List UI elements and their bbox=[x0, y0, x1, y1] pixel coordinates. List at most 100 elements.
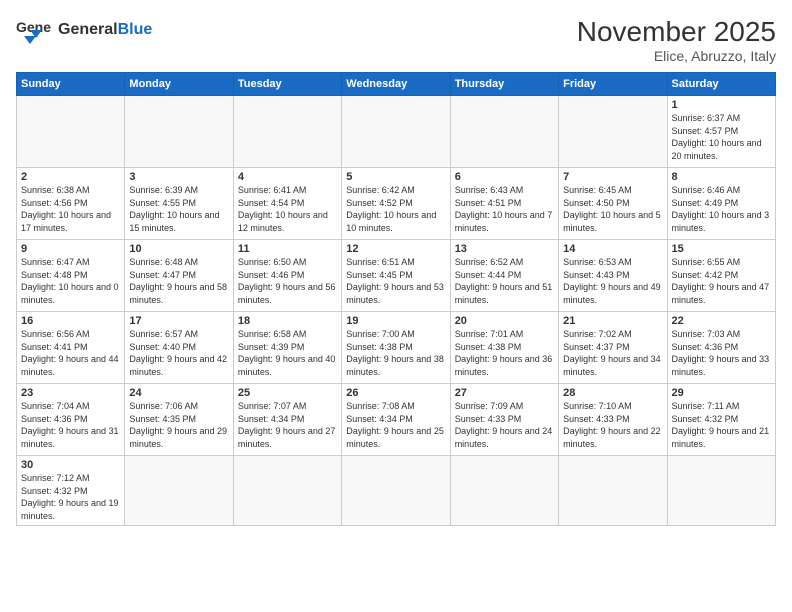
day-number: 18 bbox=[238, 315, 337, 327]
day-info: Sunrise: 6:47 AM Sunset: 4:48 PM Dayligh… bbox=[21, 256, 120, 306]
table-row: 8Sunrise: 6:46 AM Sunset: 4:49 PM Daylig… bbox=[667, 168, 775, 240]
day-number: 1 bbox=[672, 99, 771, 111]
table-row: 11Sunrise: 6:50 AM Sunset: 4:46 PM Dayli… bbox=[233, 240, 341, 312]
day-number: 3 bbox=[129, 171, 228, 183]
day-info: Sunrise: 7:09 AM Sunset: 4:33 PM Dayligh… bbox=[455, 400, 554, 450]
table-row: 12Sunrise: 6:51 AM Sunset: 4:45 PM Dayli… bbox=[342, 240, 450, 312]
day-info: Sunrise: 6:56 AM Sunset: 4:41 PM Dayligh… bbox=[21, 328, 120, 378]
day-info: Sunrise: 6:53 AM Sunset: 4:43 PM Dayligh… bbox=[563, 256, 662, 306]
page: General GeneralBlue November 2025 Elice,… bbox=[0, 0, 792, 612]
day-info: Sunrise: 6:51 AM Sunset: 4:45 PM Dayligh… bbox=[346, 256, 445, 306]
calendar-week-row: 23Sunrise: 7:04 AM Sunset: 4:36 PM Dayli… bbox=[17, 384, 776, 456]
day-number: 8 bbox=[672, 171, 771, 183]
day-info: Sunrise: 6:58 AM Sunset: 4:39 PM Dayligh… bbox=[238, 328, 337, 378]
table-row: 23Sunrise: 7:04 AM Sunset: 4:36 PM Dayli… bbox=[17, 384, 125, 456]
table-row: 16Sunrise: 6:56 AM Sunset: 4:41 PM Dayli… bbox=[17, 312, 125, 384]
day-info: Sunrise: 7:12 AM Sunset: 4:32 PM Dayligh… bbox=[21, 472, 120, 522]
col-saturday: Saturday bbox=[667, 73, 775, 96]
table-row bbox=[125, 96, 233, 168]
calendar-week-row: 16Sunrise: 6:56 AM Sunset: 4:41 PM Dayli… bbox=[17, 312, 776, 384]
day-number: 29 bbox=[672, 387, 771, 399]
logo: General GeneralBlue bbox=[16, 16, 152, 44]
day-info: Sunrise: 7:08 AM Sunset: 4:34 PM Dayligh… bbox=[346, 400, 445, 450]
calendar-week-row: 9Sunrise: 6:47 AM Sunset: 4:48 PM Daylig… bbox=[17, 240, 776, 312]
day-info: Sunrise: 6:41 AM Sunset: 4:54 PM Dayligh… bbox=[238, 184, 337, 234]
day-number: 24 bbox=[129, 387, 228, 399]
day-number: 17 bbox=[129, 315, 228, 327]
day-info: Sunrise: 7:00 AM Sunset: 4:38 PM Dayligh… bbox=[346, 328, 445, 378]
table-row bbox=[559, 456, 667, 526]
subtitle: Elice, Abruzzo, Italy bbox=[577, 48, 776, 64]
day-number: 16 bbox=[21, 315, 120, 327]
table-row bbox=[559, 96, 667, 168]
day-number: 13 bbox=[455, 243, 554, 255]
table-row bbox=[450, 96, 558, 168]
day-number: 27 bbox=[455, 387, 554, 399]
table-row bbox=[233, 456, 341, 526]
day-number: 30 bbox=[21, 459, 120, 471]
calendar-week-row: 2Sunrise: 6:38 AM Sunset: 4:56 PM Daylig… bbox=[17, 168, 776, 240]
col-thursday: Thursday bbox=[450, 73, 558, 96]
col-friday: Friday bbox=[559, 73, 667, 96]
logo-general: General bbox=[58, 21, 118, 38]
table-row: 3Sunrise: 6:39 AM Sunset: 4:55 PM Daylig… bbox=[125, 168, 233, 240]
day-info: Sunrise: 7:10 AM Sunset: 4:33 PM Dayligh… bbox=[563, 400, 662, 450]
day-number: 9 bbox=[21, 243, 120, 255]
month-title: November 2025 bbox=[577, 16, 776, 48]
day-info: Sunrise: 6:37 AM Sunset: 4:57 PM Dayligh… bbox=[672, 112, 771, 162]
table-row: 29Sunrise: 7:11 AM Sunset: 4:32 PM Dayli… bbox=[667, 384, 775, 456]
day-info: Sunrise: 6:46 AM Sunset: 4:49 PM Dayligh… bbox=[672, 184, 771, 234]
table-row: 14Sunrise: 6:53 AM Sunset: 4:43 PM Dayli… bbox=[559, 240, 667, 312]
calendar-table: Sunday Monday Tuesday Wednesday Thursday… bbox=[16, 72, 776, 526]
table-row: 21Sunrise: 7:02 AM Sunset: 4:37 PM Dayli… bbox=[559, 312, 667, 384]
day-info: Sunrise: 7:03 AM Sunset: 4:36 PM Dayligh… bbox=[672, 328, 771, 378]
day-number: 10 bbox=[129, 243, 228, 255]
table-row: 18Sunrise: 6:58 AM Sunset: 4:39 PM Dayli… bbox=[233, 312, 341, 384]
day-info: Sunrise: 6:57 AM Sunset: 4:40 PM Dayligh… bbox=[129, 328, 228, 378]
col-tuesday: Tuesday bbox=[233, 73, 341, 96]
day-info: Sunrise: 6:43 AM Sunset: 4:51 PM Dayligh… bbox=[455, 184, 554, 234]
table-row: 20Sunrise: 7:01 AM Sunset: 4:38 PM Dayli… bbox=[450, 312, 558, 384]
day-info: Sunrise: 7:04 AM Sunset: 4:36 PM Dayligh… bbox=[21, 400, 120, 450]
table-row bbox=[667, 456, 775, 526]
day-number: 20 bbox=[455, 315, 554, 327]
table-row: 10Sunrise: 6:48 AM Sunset: 4:47 PM Dayli… bbox=[125, 240, 233, 312]
day-info: Sunrise: 7:06 AM Sunset: 4:35 PM Dayligh… bbox=[129, 400, 228, 450]
day-info: Sunrise: 6:52 AM Sunset: 4:44 PM Dayligh… bbox=[455, 256, 554, 306]
col-wednesday: Wednesday bbox=[342, 73, 450, 96]
calendar-week-row: 30Sunrise: 7:12 AM Sunset: 4:32 PM Dayli… bbox=[17, 456, 776, 526]
table-row: 28Sunrise: 7:10 AM Sunset: 4:33 PM Dayli… bbox=[559, 384, 667, 456]
day-number: 11 bbox=[238, 243, 337, 255]
table-row: 27Sunrise: 7:09 AM Sunset: 4:33 PM Dayli… bbox=[450, 384, 558, 456]
logo-icon: General bbox=[16, 16, 52, 44]
day-info: Sunrise: 6:42 AM Sunset: 4:52 PM Dayligh… bbox=[346, 184, 445, 234]
day-number: 15 bbox=[672, 243, 771, 255]
day-info: Sunrise: 6:48 AM Sunset: 4:47 PM Dayligh… bbox=[129, 256, 228, 306]
table-row: 9Sunrise: 6:47 AM Sunset: 4:48 PM Daylig… bbox=[17, 240, 125, 312]
calendar-week-row: 1Sunrise: 6:37 AM Sunset: 4:57 PM Daylig… bbox=[17, 96, 776, 168]
table-row: 26Sunrise: 7:08 AM Sunset: 4:34 PM Dayli… bbox=[342, 384, 450, 456]
day-number: 6 bbox=[455, 171, 554, 183]
col-monday: Monday bbox=[125, 73, 233, 96]
day-info: Sunrise: 7:07 AM Sunset: 4:34 PM Dayligh… bbox=[238, 400, 337, 450]
day-number: 19 bbox=[346, 315, 445, 327]
day-info: Sunrise: 6:45 AM Sunset: 4:50 PM Dayligh… bbox=[563, 184, 662, 234]
table-row bbox=[342, 456, 450, 526]
table-row: 25Sunrise: 7:07 AM Sunset: 4:34 PM Dayli… bbox=[233, 384, 341, 456]
day-info: Sunrise: 7:01 AM Sunset: 4:38 PM Dayligh… bbox=[455, 328, 554, 378]
table-row: 7Sunrise: 6:45 AM Sunset: 4:50 PM Daylig… bbox=[559, 168, 667, 240]
table-row bbox=[125, 456, 233, 526]
table-row: 22Sunrise: 7:03 AM Sunset: 4:36 PM Dayli… bbox=[667, 312, 775, 384]
day-number: 5 bbox=[346, 171, 445, 183]
day-info: Sunrise: 6:50 AM Sunset: 4:46 PM Dayligh… bbox=[238, 256, 337, 306]
day-info: Sunrise: 7:02 AM Sunset: 4:37 PM Dayligh… bbox=[563, 328, 662, 378]
day-info: Sunrise: 6:38 AM Sunset: 4:56 PM Dayligh… bbox=[21, 184, 120, 234]
table-row: 17Sunrise: 6:57 AM Sunset: 4:40 PM Dayli… bbox=[125, 312, 233, 384]
day-number: 25 bbox=[238, 387, 337, 399]
header: General GeneralBlue November 2025 Elice,… bbox=[16, 16, 776, 64]
day-number: 21 bbox=[563, 315, 662, 327]
day-number: 4 bbox=[238, 171, 337, 183]
table-row: 2Sunrise: 6:38 AM Sunset: 4:56 PM Daylig… bbox=[17, 168, 125, 240]
table-row: 30Sunrise: 7:12 AM Sunset: 4:32 PM Dayli… bbox=[17, 456, 125, 526]
calendar-header-row: Sunday Monday Tuesday Wednesday Thursday… bbox=[17, 73, 776, 96]
